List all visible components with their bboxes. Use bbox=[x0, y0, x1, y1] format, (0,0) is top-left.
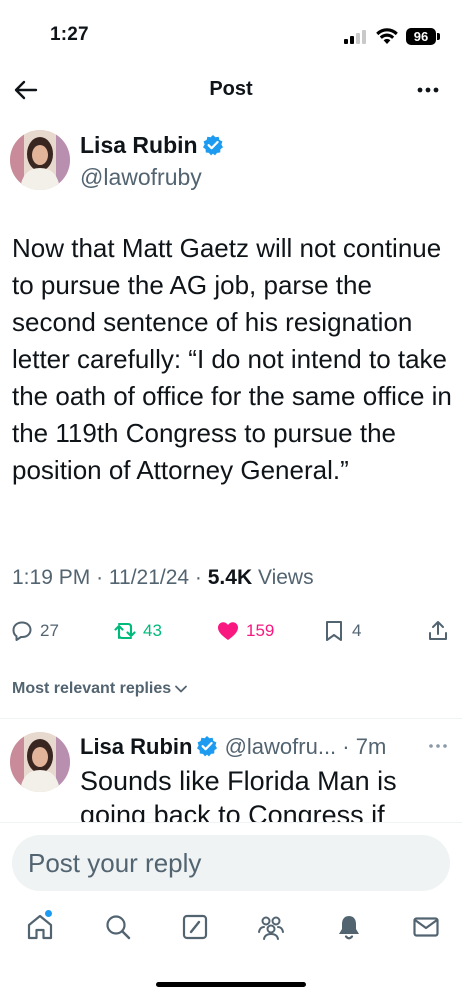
views-count[interactable]: 5.4K bbox=[208, 566, 252, 589]
verified-badge-icon bbox=[197, 736, 218, 757]
repost-icon bbox=[114, 622, 136, 640]
status-bar: 1:27 96 bbox=[0, 0, 462, 70]
share-button[interactable] bbox=[426, 614, 456, 648]
reply-age: 7m bbox=[355, 734, 387, 759]
reply-separator: · bbox=[336, 734, 356, 759]
author-handle[interactable]: @lawofruby bbox=[80, 164, 202, 191]
wifi-icon bbox=[376, 28, 398, 44]
battery-tip bbox=[437, 33, 440, 40]
meta-separator: · bbox=[96, 566, 109, 589]
bookmark-icon bbox=[326, 621, 342, 641]
reply-text: Sounds like Florida Man is going back to… bbox=[80, 766, 397, 822]
tweet-time[interactable]: 1:19 PM bbox=[12, 566, 90, 589]
page-title: Post bbox=[209, 78, 253, 100]
more-icon[interactable] bbox=[414, 76, 442, 104]
mail-icon bbox=[413, 917, 439, 937]
tab-notifications[interactable] bbox=[334, 912, 364, 942]
battery-indicator: 96 bbox=[406, 28, 436, 45]
views-label: Views bbox=[257, 566, 314, 589]
home-icon bbox=[27, 914, 53, 940]
tweet-meta: 1:19 PM · 11/21/24 · 5.4K Views bbox=[12, 566, 314, 590]
author-name-text: Lisa Rubin bbox=[80, 132, 198, 158]
meta-separator: · bbox=[194, 566, 208, 589]
reply-item[interactable]: Lisa Rubin @lawofru... · 7m Sounds like … bbox=[0, 720, 462, 822]
reply-icon bbox=[12, 621, 32, 641]
tab-communities[interactable] bbox=[256, 912, 286, 942]
reply-author-handle[interactable]: @lawofru... bbox=[225, 734, 337, 759]
communities-icon bbox=[258, 916, 284, 940]
tab-grok[interactable] bbox=[180, 912, 210, 942]
share-icon bbox=[429, 621, 447, 640]
reply-button[interactable]: 27 bbox=[10, 614, 59, 648]
tab-messages[interactable] bbox=[411, 912, 441, 942]
tab-search[interactable] bbox=[103, 912, 133, 942]
tweet-author: Lisa Rubin @lawofruby bbox=[0, 126, 462, 196]
chevron-down-icon bbox=[175, 685, 188, 693]
reply-author-name[interactable]: Lisa Rubin bbox=[80, 734, 192, 759]
bottom-tab-bar bbox=[0, 908, 462, 954]
tweet-date[interactable]: 11/21/24 bbox=[109, 566, 189, 589]
like-button[interactable]: 159 bbox=[216, 614, 274, 648]
reply-avatar[interactable] bbox=[10, 732, 70, 792]
reply-header: Lisa Rubin @lawofru... · 7m bbox=[80, 734, 386, 760]
grok-icon bbox=[182, 914, 208, 940]
home-notification-dot bbox=[45, 910, 52, 917]
tweet-actions: 27 43 159 4 bbox=[0, 614, 462, 648]
heart-icon bbox=[218, 622, 238, 640]
author-name[interactable]: Lisa Rubin bbox=[80, 132, 224, 159]
cellular-signal-icon bbox=[344, 30, 370, 44]
tweet-text: Now that Matt Gaetz will not continue to… bbox=[12, 233, 452, 485]
repost-button[interactable]: 43 bbox=[113, 614, 162, 648]
reply-input[interactable]: Post your reply bbox=[12, 835, 450, 891]
status-time: 1:27 bbox=[50, 24, 89, 45]
search-icon bbox=[106, 915, 131, 940]
home-indicator[interactable] bbox=[156, 982, 306, 987]
nav-header: Post bbox=[0, 70, 462, 110]
replies-filter-label: Most relevant replies bbox=[12, 680, 172, 697]
repost-count: 43 bbox=[143, 621, 162, 640]
bell-icon bbox=[339, 916, 359, 940]
tab-home[interactable] bbox=[25, 910, 55, 942]
divider bbox=[0, 718, 462, 719]
bookmark-count: 4 bbox=[352, 621, 362, 640]
bookmark-button[interactable]: 4 bbox=[322, 614, 361, 648]
verified-badge-icon bbox=[202, 135, 223, 156]
reply-more-icon[interactable] bbox=[426, 734, 450, 758]
compose-bar: Post your reply bbox=[0, 822, 462, 912]
avatar[interactable] bbox=[10, 130, 70, 190]
like-count: 159 bbox=[246, 621, 275, 640]
reply-count: 27 bbox=[40, 621, 59, 640]
replies-filter-dropdown[interactable]: Most relevant replies bbox=[12, 680, 188, 698]
